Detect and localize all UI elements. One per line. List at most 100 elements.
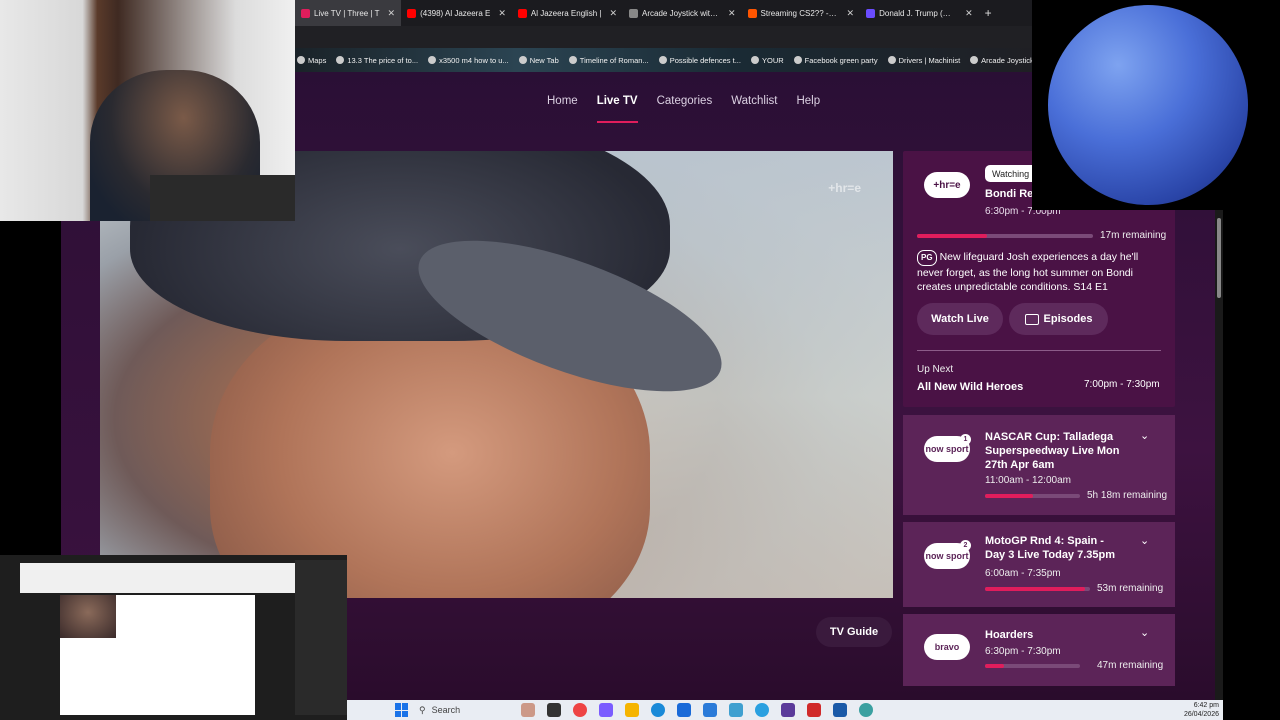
channel-logo: +hr=e: [924, 172, 970, 198]
widgets-icon[interactable]: [521, 703, 535, 717]
bookmark-label: Drivers | Machinist: [898, 55, 961, 65]
address-bar[interactable]: [295, 26, 1032, 48]
bookmark-favicon-icon: [887, 56, 896, 64]
search-icon: ⚲: [419, 704, 426, 715]
browser-tab[interactable]: Arcade Joystick with M ✕: [623, 0, 742, 26]
rating-badge: PG: [917, 250, 937, 266]
watch-live-label: Watch Live: [931, 313, 989, 325]
taskbar: ⚲ Search 6:42 pm 26/04/2026: [347, 700, 1223, 720]
now-playing-progress-fill: [917, 234, 988, 238]
telegram-icon[interactable]: [755, 703, 769, 717]
bookmark-item[interactable]: Facebook green party: [793, 55, 878, 65]
bookmark-item[interactable]: Maps: [297, 56, 326, 65]
tab-title: Streaming CS2?? - No: [760, 8, 839, 18]
watch-live-button[interactable]: Watch Live: [917, 303, 1003, 335]
browser-tab[interactable]: Al Jazeera English | ✕: [512, 0, 623, 26]
bookmark-favicon-icon: [518, 56, 527, 64]
close-icon[interactable]: ✕: [965, 8, 973, 19]
close-icon[interactable]: ✕: [609, 8, 617, 19]
nav-watchlist[interactable]: Watchlist: [731, 95, 777, 107]
browser-tab[interactable]: Streaming CS2?? - No ✕: [742, 0, 861, 26]
outlook-icon[interactable]: [677, 703, 691, 717]
bookmark-label: 13.3 The price of to...: [347, 55, 419, 65]
nav-live-tv[interactable]: Live TV: [596, 95, 638, 123]
app-icon[interactable]: [807, 703, 821, 717]
bookmark-favicon-icon: [750, 56, 759, 64]
tab-title: Al Jazeera English |: [530, 8, 602, 18]
channel-progress: [985, 587, 1090, 591]
main-nav: Home Live TV Categories Watchlist Help: [547, 95, 820, 123]
channel-card[interactable]: bravo Hoarders 6:30pm - 7:30pm 47m remai…: [903, 614, 1175, 686]
taskbar-search[interactable]: ⚲ Search: [419, 705, 509, 716]
bookmark-item[interactable]: x3500 m4 how to u...: [428, 56, 509, 65]
photos-icon[interactable]: [729, 703, 743, 717]
windows-start-icon[interactable]: [395, 703, 409, 717]
episodes-button[interactable]: Episodes: [1009, 303, 1108, 335]
channel-card[interactable]: now sport 2 MotoGP Rnd 4: Spain - Day 3 …: [903, 522, 1175, 607]
bookmark-item[interactable]: YOUR: [750, 56, 784, 65]
bookmark-label: Facebook green party: [804, 55, 878, 65]
browser-tab[interactable]: (4398) Al Jazeera E ✕: [401, 0, 512, 26]
nav-categories[interactable]: Categories: [657, 95, 713, 107]
store-icon[interactable]: [703, 703, 717, 717]
nav-home[interactable]: Home: [547, 95, 578, 107]
now-playing-remaining: 17m remaining: [1100, 230, 1167, 241]
chevron-down-icon[interactable]: ⌄: [1140, 429, 1149, 442]
file-explorer-icon[interactable]: [625, 703, 639, 717]
up-next-time: 7:00pm - 7:30pm: [1084, 379, 1160, 390]
tv-guide-button[interactable]: TV Guide: [816, 617, 892, 647]
paint-image: [60, 595, 116, 638]
chevron-down-icon[interactable]: ⌄: [1140, 534, 1149, 547]
app-icon[interactable]: [833, 703, 847, 717]
bookmark-item[interactable]: Timeline of Roman...: [568, 56, 649, 65]
channel-progress: [985, 664, 1080, 668]
browser-tab-strip: Live TV | Three | T ✕ (4398) Al Jazeera E ✕…: [295, 0, 1032, 26]
browser-tab[interactable]: Live TV | Three | T ✕: [295, 0, 402, 26]
bookmark-label: Maps: [308, 55, 327, 65]
close-icon[interactable]: ✕: [728, 8, 736, 19]
tab-title: Donald J. Trump (@rea: [879, 8, 958, 18]
channel-number: 1: [960, 434, 971, 445]
now-playing-title: Bondi Rescue: [985, 188, 1033, 200]
app-icon[interactable]: [859, 703, 873, 717]
up-next-title: All New Wild Heroes: [917, 381, 1024, 393]
chevron-down-icon[interactable]: ⌄: [1140, 626, 1149, 639]
screen: Live TV | Three | T ✕ (4398) Al Jazeera E ✕…: [0, 0, 1280, 720]
bookmark-item[interactable]: Drivers | Machinist: [887, 55, 961, 65]
page-scrollbar[interactable]: [1215, 210, 1223, 700]
channel-card[interactable]: now sport 1 NASCAR Cup: Talladega Supers…: [903, 415, 1175, 515]
nav-help[interactable]: Help: [796, 95, 820, 107]
bookmark-item[interactable]: New Tab: [518, 56, 559, 65]
app-icon[interactable]: [781, 703, 795, 717]
channel-progress-fill: [985, 494, 1033, 498]
close-icon[interactable]: ✕: [388, 8, 396, 19]
bookmarks-bar: Maps 13.3 The price of to... x3500 m4 how …: [295, 48, 1041, 72]
screen-share-overlay: [0, 555, 347, 720]
channel-programme-time: 6:00am - 7:35pm: [985, 568, 1061, 579]
bookmark-label: x3500 m4 how to u...: [439, 55, 509, 65]
close-icon[interactable]: ✕: [847, 8, 855, 19]
browser-tab[interactable]: Donald J. Trump (@rea ✕: [860, 0, 979, 26]
taskbar-search-label: Search: [431, 705, 461, 715]
new-tab-button[interactable]: +: [979, 6, 998, 20]
bookmark-favicon-icon: [428, 56, 437, 64]
bookmark-item[interactable]: 13.3 The price of to...: [336, 56, 418, 65]
tab-favicon-icon: [517, 8, 527, 18]
scrollbar-thumb[interactable]: [1217, 218, 1221, 298]
edge-icon[interactable]: [651, 703, 665, 717]
chrome-icon[interactable]: [573, 703, 587, 717]
channel-programme-title: NASCAR Cup: Talladega Superspeedway Live…: [985, 431, 1120, 471]
bookmark-item[interactable]: Possible defences t...: [658, 56, 741, 65]
channel-remaining: 53m remaining: [1097, 583, 1164, 594]
now-playing-description: PG New lifeguard Josh experiences a day h…: [917, 250, 1167, 294]
app-icon[interactable]: [599, 703, 613, 717]
tab-title: Live TV | Three | T: [314, 8, 380, 18]
task-view-icon[interactable]: [547, 703, 561, 717]
channel-programme-time: 11:00am - 12:00am: [985, 475, 1071, 486]
tab-title: Arcade Joystick with M: [642, 8, 720, 18]
clock-time: 6:42 pm: [1193, 702, 1219, 709]
bookmark-item[interactable]: Arcade Joystick w: [970, 56, 1041, 65]
system-clock[interactable]: 6:42 pm 26/04/2026: [1184, 701, 1219, 719]
close-icon[interactable]: ✕: [498, 8, 506, 19]
tab-favicon-icon: [866, 8, 876, 18]
